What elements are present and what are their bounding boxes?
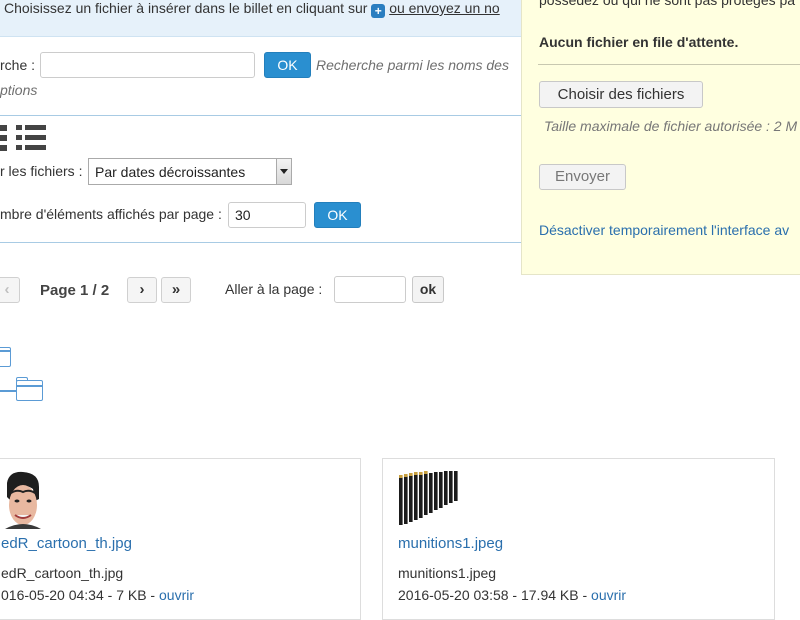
- file-meta-text: 016-05-20 04:34 - 7 KB -: [1, 587, 156, 603]
- sort-select-value: Par dates décroissantes: [95, 164, 246, 180]
- file-card: edR_cartoon_th.jpg edR_cartoon_th.jpg 01…: [0, 458, 361, 620]
- file-card: munitions1.jpeg munitions1.jpeg 2016-05-…: [382, 458, 775, 620]
- parent-folder-icon[interactable]: [0, 376, 46, 404]
- notice-text: Choisissez un fichier à insérer dans le …: [4, 0, 500, 18]
- per-page-label: mbre d'éléments affichés par page :: [0, 206, 222, 222]
- panel-divider: [538, 64, 800, 65]
- last-page-button[interactable]: »: [161, 277, 191, 303]
- chevron-down-icon: [276, 159, 291, 184]
- divider: [0, 242, 521, 243]
- options-link[interactable]: ptions: [0, 82, 37, 98]
- send-button[interactable]: Envoyer: [539, 164, 626, 190]
- sort-label: r les fichiers :: [0, 163, 83, 179]
- file-name: edR_cartoon_th.jpg: [1, 565, 124, 581]
- file-thumbnail[interactable]: [1, 469, 43, 531]
- upload-info-text: possédez ou qui ne sont pas protégés pa: [539, 0, 796, 8]
- list-view-icon[interactable]: [16, 124, 48, 154]
- max-size-text: Taille maximale de fichier autorisée : 2…: [544, 118, 798, 134]
- search-ok-button[interactable]: OK: [264, 52, 311, 78]
- search-input[interactable]: [40, 52, 255, 78]
- choose-files-button[interactable]: Choisir des fichiers: [539, 81, 703, 108]
- per-page-ok-button[interactable]: OK: [314, 202, 361, 228]
- per-page-input[interactable]: [228, 202, 306, 228]
- page-indicator: Page 1 / 2: [40, 282, 110, 299]
- queue-status: Aucun fichier en file d'attente.: [539, 34, 739, 50]
- next-page-button[interactable]: ›: [127, 277, 157, 303]
- goto-page-input[interactable]: [334, 276, 406, 303]
- search-hint: Recherche parmi les noms des: [316, 57, 509, 73]
- plus-icon: +: [371, 4, 386, 18]
- goto-page-ok-button[interactable]: ok: [412, 276, 444, 303]
- sort-select[interactable]: Par dates décroissantes: [88, 158, 292, 185]
- notice-text-before: Choisissez un fichier à insérer dans le …: [4, 0, 368, 16]
- file-name: munitions1.jpeg: [398, 565, 497, 581]
- file-meta: 016-05-20 04:34 - 7 KB - ouvrir: [1, 587, 194, 603]
- file-title-link[interactable]: edR_cartoon_th.jpg: [1, 535, 132, 552]
- folder-icon[interactable]: [0, 344, 14, 368]
- file-title-link[interactable]: munitions1.jpeg: [398, 535, 503, 552]
- divider: [0, 115, 521, 116]
- prev-page-button[interactable]: ‹: [0, 277, 20, 303]
- goto-page-label: Aller à la page :: [225, 281, 323, 297]
- notice-text-after: ou envoyez un no: [389, 0, 500, 16]
- file-open-link[interactable]: ouvrir: [591, 587, 626, 603]
- file-open-link[interactable]: ouvrir: [159, 587, 194, 603]
- disable-interface-link[interactable]: Désactiver temporairement l'interface av: [539, 222, 789, 238]
- file-meta: 2016-05-20 03:58 - 17.94 KB - ouvrir: [398, 587, 626, 603]
- file-thumbnail[interactable]: [398, 471, 460, 527]
- upload-panel: possédez ou qui ne sont pas protégés pa …: [521, 0, 800, 275]
- file-meta-text: 2016-05-20 03:58 - 17.94 KB -: [398, 587, 588, 603]
- search-label: rche :: [0, 57, 36, 73]
- grid-view-icon[interactable]: [0, 124, 8, 154]
